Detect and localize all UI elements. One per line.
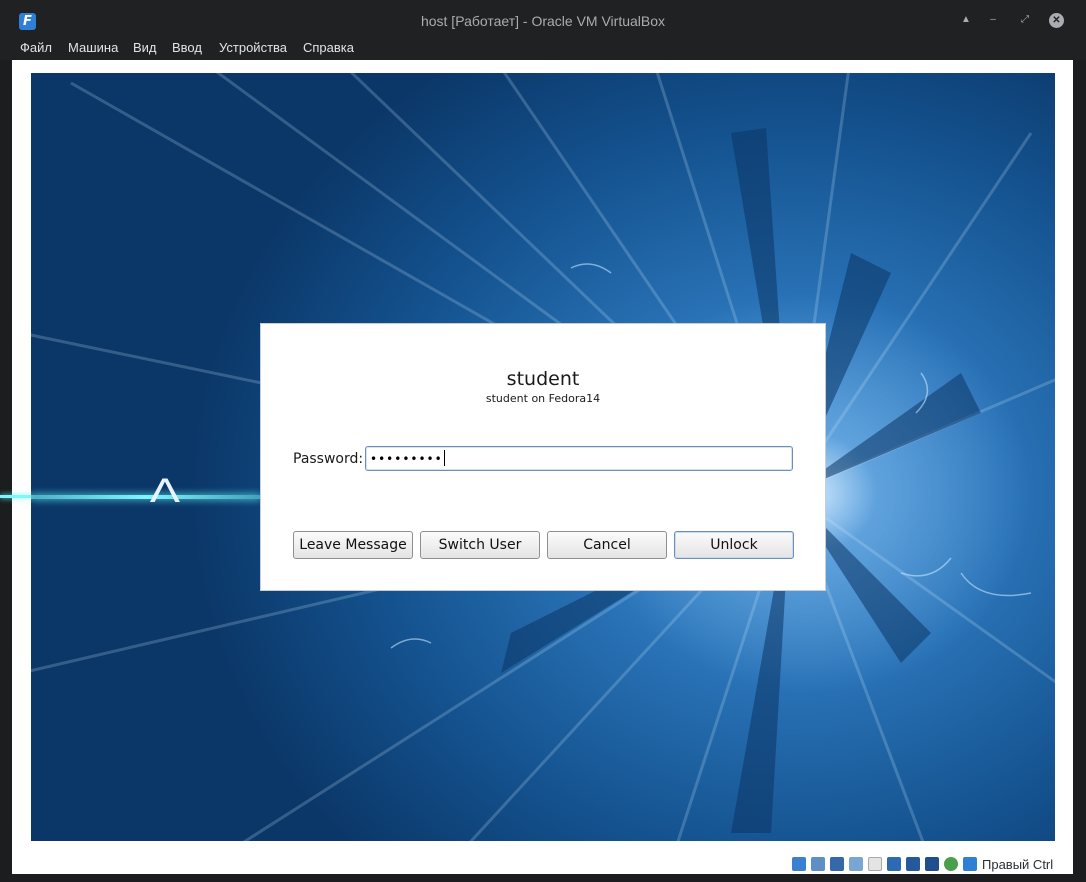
keep-above-icon[interactable]: ▲ <box>958 12 974 28</box>
maximize-icon[interactable]: ⤢ <box>1017 12 1033 28</box>
light-beam-edge <box>0 495 31 498</box>
video-capture-icon[interactable] <box>906 857 920 871</box>
menu-bar: Файл Машина Вид Ввод Устройства Справка <box>0 36 1086 60</box>
network-icon[interactable] <box>830 857 844 871</box>
menu-machine[interactable]: Машина <box>68 40 118 55</box>
minimize-icon[interactable]: – <box>985 12 1001 28</box>
text-cursor <box>443 450 445 466</box>
menu-input[interactable]: Ввод <box>172 40 202 55</box>
window-title: host [Работает] - Oracle VM VirtualBox <box>420 13 666 29</box>
menu-help[interactable]: Справка <box>303 40 354 55</box>
mouse-integration-icon[interactable] <box>944 857 958 871</box>
unlock-button[interactable]: Unlock <box>674 531 794 559</box>
password-field[interactable]: ••••••••• <box>365 446 793 471</box>
optical-drive-icon[interactable] <box>811 857 825 871</box>
host-key-label: Правый Ctrl <box>982 857 1054 872</box>
shared-folders-icon[interactable] <box>868 857 882 871</box>
password-label: Password: <box>293 451 364 467</box>
usb-icon[interactable] <box>849 857 863 871</box>
hard-disk-icon[interactable] <box>792 857 806 871</box>
user-host-subtitle: student on Fedora14 <box>485 392 601 405</box>
menu-view[interactable]: Вид <box>133 40 157 55</box>
password-mask: ••••••••• <box>370 452 443 466</box>
keyboard-capture-icon[interactable] <box>963 857 977 871</box>
light-beam <box>31 495 261 499</box>
user-name: student <box>506 368 580 390</box>
switch-user-button[interactable]: Switch User <box>420 531 540 559</box>
title-bar: F host [Работает] - Oracle VM VirtualBox… <box>0 0 1086 36</box>
close-icon[interactable]: ✕ <box>1049 13 1064 28</box>
leave-message-button[interactable]: Leave Message <box>293 531 413 559</box>
virtualization-icon[interactable] <box>925 857 939 871</box>
display-icon[interactable] <box>887 857 901 871</box>
unlock-dialog: student student on Fedora14 Password: ••… <box>260 323 826 591</box>
distro-logo-mark: Λ <box>149 472 181 510</box>
cancel-button[interactable]: Cancel <box>547 531 667 559</box>
status-bar <box>0 852 1086 876</box>
menu-devices[interactable]: Устройства <box>219 40 287 55</box>
menu-file[interactable]: Файл <box>20 40 52 55</box>
